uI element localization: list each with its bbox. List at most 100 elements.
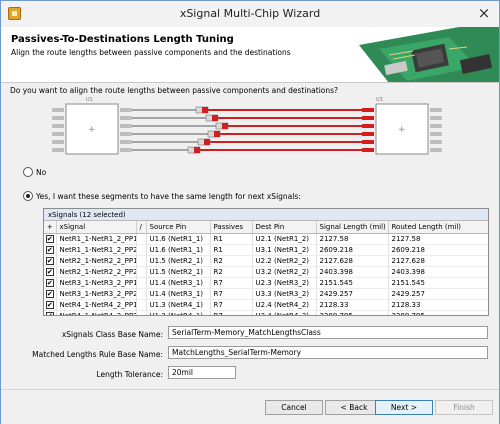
cell-passives: R2 bbox=[210, 255, 253, 267]
row-checkbox[interactable]: ✔ bbox=[44, 255, 57, 267]
cell-dest-pin: U2.4 (NetR4_2) bbox=[252, 299, 317, 311]
cell-passives: R7 bbox=[210, 288, 253, 300]
table-row[interactable]: ✔ NetR2_1-NetR2_2_PP2 U1.5 (NetR2_1) R2 U3.2… bbox=[44, 266, 488, 278]
cancel-button[interactable]: Cancel bbox=[265, 400, 323, 415]
col-header-routed-length[interactable]: Routed Length (mil) bbox=[388, 221, 488, 234]
cell-spacer bbox=[136, 299, 147, 311]
cell-routed-length: 2128.33 bbox=[388, 299, 488, 311]
cell-signal-length: 2609.218 bbox=[316, 244, 389, 256]
row-checkbox[interactable]: ✔ bbox=[44, 288, 57, 300]
table-header-row: + xSignal / Source Pin Passives Dest Pin… bbox=[44, 221, 488, 234]
button-bar: Cancel < Back Next > Finish bbox=[1, 389, 499, 424]
class-name-label: xSignals Class Base Name: bbox=[61, 330, 163, 339]
close-button[interactable]: × bbox=[475, 5, 493, 21]
trace-diagram: U1 + U3 + bbox=[52, 97, 442, 155]
table-row[interactable]: ✔ NetR3_1-NetR3_2_PP1 U1.4 (NetR3_1) R7 U2.3… bbox=[44, 277, 488, 289]
yes-radio-label: Yes, I want these segments to have the s… bbox=[36, 191, 301, 201]
cell-spacer bbox=[136, 288, 147, 300]
cell-signal-length: 2127.58 bbox=[316, 233, 389, 245]
window-title: xSignal Multi-Chip Wizard bbox=[179, 7, 321, 20]
row-checkbox-box[interactable]: ✔ bbox=[45, 311, 54, 315]
table-row[interactable]: ✔ NetR3_1-NetR3_2_PP2 U1.4 (NetR3_1) R7 U3.3… bbox=[44, 288, 488, 300]
cell-xsignal: NetR1_1-NetR1_2_PP2 bbox=[56, 244, 137, 256]
cell-passives: R2 bbox=[210, 266, 253, 278]
u1-plus-glyph: + bbox=[88, 125, 96, 135]
cell-spacer bbox=[136, 266, 147, 278]
col-header-passives[interactable]: Passives bbox=[210, 221, 253, 234]
xsignals-table: + xSignal / Source Pin Passives Dest Pin… bbox=[44, 221, 488, 315]
table-row[interactable]: ✔ NetR1_1-NetR1_2_PP2 U1.6 (NetR1_1) R1 U3.1… bbox=[44, 244, 488, 256]
cell-routed-length: 2127.628 bbox=[388, 255, 488, 267]
row-checkbox[interactable]: ✔ bbox=[44, 299, 57, 311]
cell-passives: R7 bbox=[210, 277, 253, 289]
cell-dest-pin: U3.4 (NetR4_2) bbox=[252, 310, 317, 315]
row-checkbox-box[interactable]: ✔ bbox=[45, 278, 54, 287]
row-checkbox-box[interactable]: ✔ bbox=[45, 234, 54, 243]
cell-routed-length: 2403.398 bbox=[388, 266, 488, 278]
no-radio-label: No bbox=[36, 167, 47, 177]
finish-button: Finish bbox=[435, 400, 493, 415]
table-body: ✔ NetR1_1-NetR1_2_PP1 U1.6 (NetR1_1) R1 U2.1… bbox=[44, 233, 488, 315]
passive-components bbox=[187, 106, 229, 154]
wizard-header: Passives-To-Destinations Length Tuning A… bbox=[1, 27, 499, 83]
cell-signal-length: 2280.795 bbox=[316, 310, 389, 315]
u3-pin-highlights bbox=[362, 108, 374, 152]
xsignals-grid[interactable]: xSignals (12 selected) + xSignal / Sourc… bbox=[43, 208, 489, 316]
row-checkbox[interactable]: ✔ bbox=[44, 277, 57, 289]
cell-source-pin: U1.3 (NetR4_1) bbox=[146, 299, 211, 311]
cell-dest-pin: U3.1 (NetR1_2) bbox=[252, 244, 317, 256]
cell-passives: R7 bbox=[210, 310, 253, 315]
cell-spacer bbox=[136, 233, 147, 245]
col-header-signal-length[interactable]: Signal Length (mil) bbox=[316, 221, 389, 234]
option-yes[interactable]: Yes, I want these segments to have the s… bbox=[23, 191, 301, 201]
col-header-expand[interactable]: + bbox=[44, 221, 57, 234]
cell-signal-length: 2127.628 bbox=[316, 255, 389, 267]
cell-signal-length: 2128.33 bbox=[316, 299, 389, 311]
table-row[interactable]: ✔ NetR2_1-NetR2_2_PP1 U1.5 (NetR2_1) R2 U2.2… bbox=[44, 255, 488, 267]
cell-xsignal: NetR3_1-NetR3_2_PP1 bbox=[56, 277, 137, 289]
grid-group-header: xSignals (12 selected) bbox=[44, 209, 488, 221]
page-subtitle: Align the route lengths between passive … bbox=[11, 48, 291, 57]
cell-xsignal: NetR4_1-NetR4_2_PP1 bbox=[56, 299, 137, 311]
rule-name-input[interactable] bbox=[168, 346, 488, 359]
row-checkbox[interactable]: ✔ bbox=[44, 233, 57, 245]
col-header-xsignal[interactable]: xSignal bbox=[56, 221, 137, 234]
col-header-dest-pin[interactable]: Dest Pin bbox=[252, 221, 317, 234]
next-button[interactable]: Next > bbox=[375, 400, 433, 415]
row-checkbox-box[interactable]: ✔ bbox=[45, 245, 54, 254]
pcb-board-illustration bbox=[359, 27, 499, 82]
cell-signal-length: 2403.398 bbox=[316, 266, 389, 278]
row-checkbox[interactable]: ✔ bbox=[44, 310, 57, 315]
page-title: Passives-To-Destinations Length Tuning bbox=[11, 34, 234, 45]
u3-plus-glyph: + bbox=[398, 125, 406, 135]
cell-dest-pin: U2.3 (NetR3_2) bbox=[252, 277, 317, 289]
class-name-input[interactable] bbox=[168, 326, 488, 339]
table-row[interactable]: ✔ NetR1_1-NetR1_2_PP1 U1.6 (NetR1_1) R1 U2.1… bbox=[44, 233, 488, 245]
cell-xsignal: NetR2_1-NetR2_2_PP2 bbox=[56, 266, 137, 278]
col-header-source-pin[interactable]: Source Pin bbox=[146, 221, 211, 234]
cell-signal-length: 2429.257 bbox=[316, 288, 389, 300]
option-no[interactable]: No bbox=[23, 167, 46, 177]
length-tolerance-input[interactable] bbox=[168, 366, 236, 379]
row-checkbox[interactable]: ✔ bbox=[44, 266, 57, 278]
no-radio[interactable] bbox=[23, 167, 33, 177]
yes-radio[interactable] bbox=[23, 191, 33, 201]
row-checkbox-box[interactable]: ✔ bbox=[45, 300, 54, 309]
row-checkbox-box[interactable]: ✔ bbox=[45, 289, 54, 298]
row-checkbox-box[interactable]: ✔ bbox=[45, 267, 54, 276]
table-row[interactable]: ✔ NetR4_1-NetR4_2_PP2 U1.3 (NetR4_1) R7 U3.4… bbox=[44, 310, 488, 315]
length-tolerance-label: Length Tolerance: bbox=[96, 370, 163, 379]
question-text: Do you want to align the route lengths b… bbox=[10, 86, 339, 95]
cell-passives: R1 bbox=[210, 244, 253, 256]
row-checkbox-box[interactable]: ✔ bbox=[45, 256, 54, 265]
cell-source-pin: U1.6 (NetR1_1) bbox=[146, 233, 211, 245]
cell-dest-pin: U3.3 (NetR3_2) bbox=[252, 288, 317, 300]
col-header-sort[interactable]: / bbox=[136, 221, 147, 234]
cell-signal-length: 2151.545 bbox=[316, 277, 389, 289]
table-row[interactable]: ✔ NetR4_1-NetR4_2_PP1 U1.3 (NetR4_1) R7 U2.4… bbox=[44, 299, 488, 311]
cell-xsignal: NetR1_1-NetR1_2_PP1 bbox=[56, 233, 137, 245]
u3-label: U3 bbox=[376, 97, 383, 103]
matched-traces bbox=[198, 109, 362, 151]
cell-xsignal: NetR4_1-NetR4_2_PP2 bbox=[56, 310, 137, 315]
row-checkbox[interactable]: ✔ bbox=[44, 244, 57, 256]
